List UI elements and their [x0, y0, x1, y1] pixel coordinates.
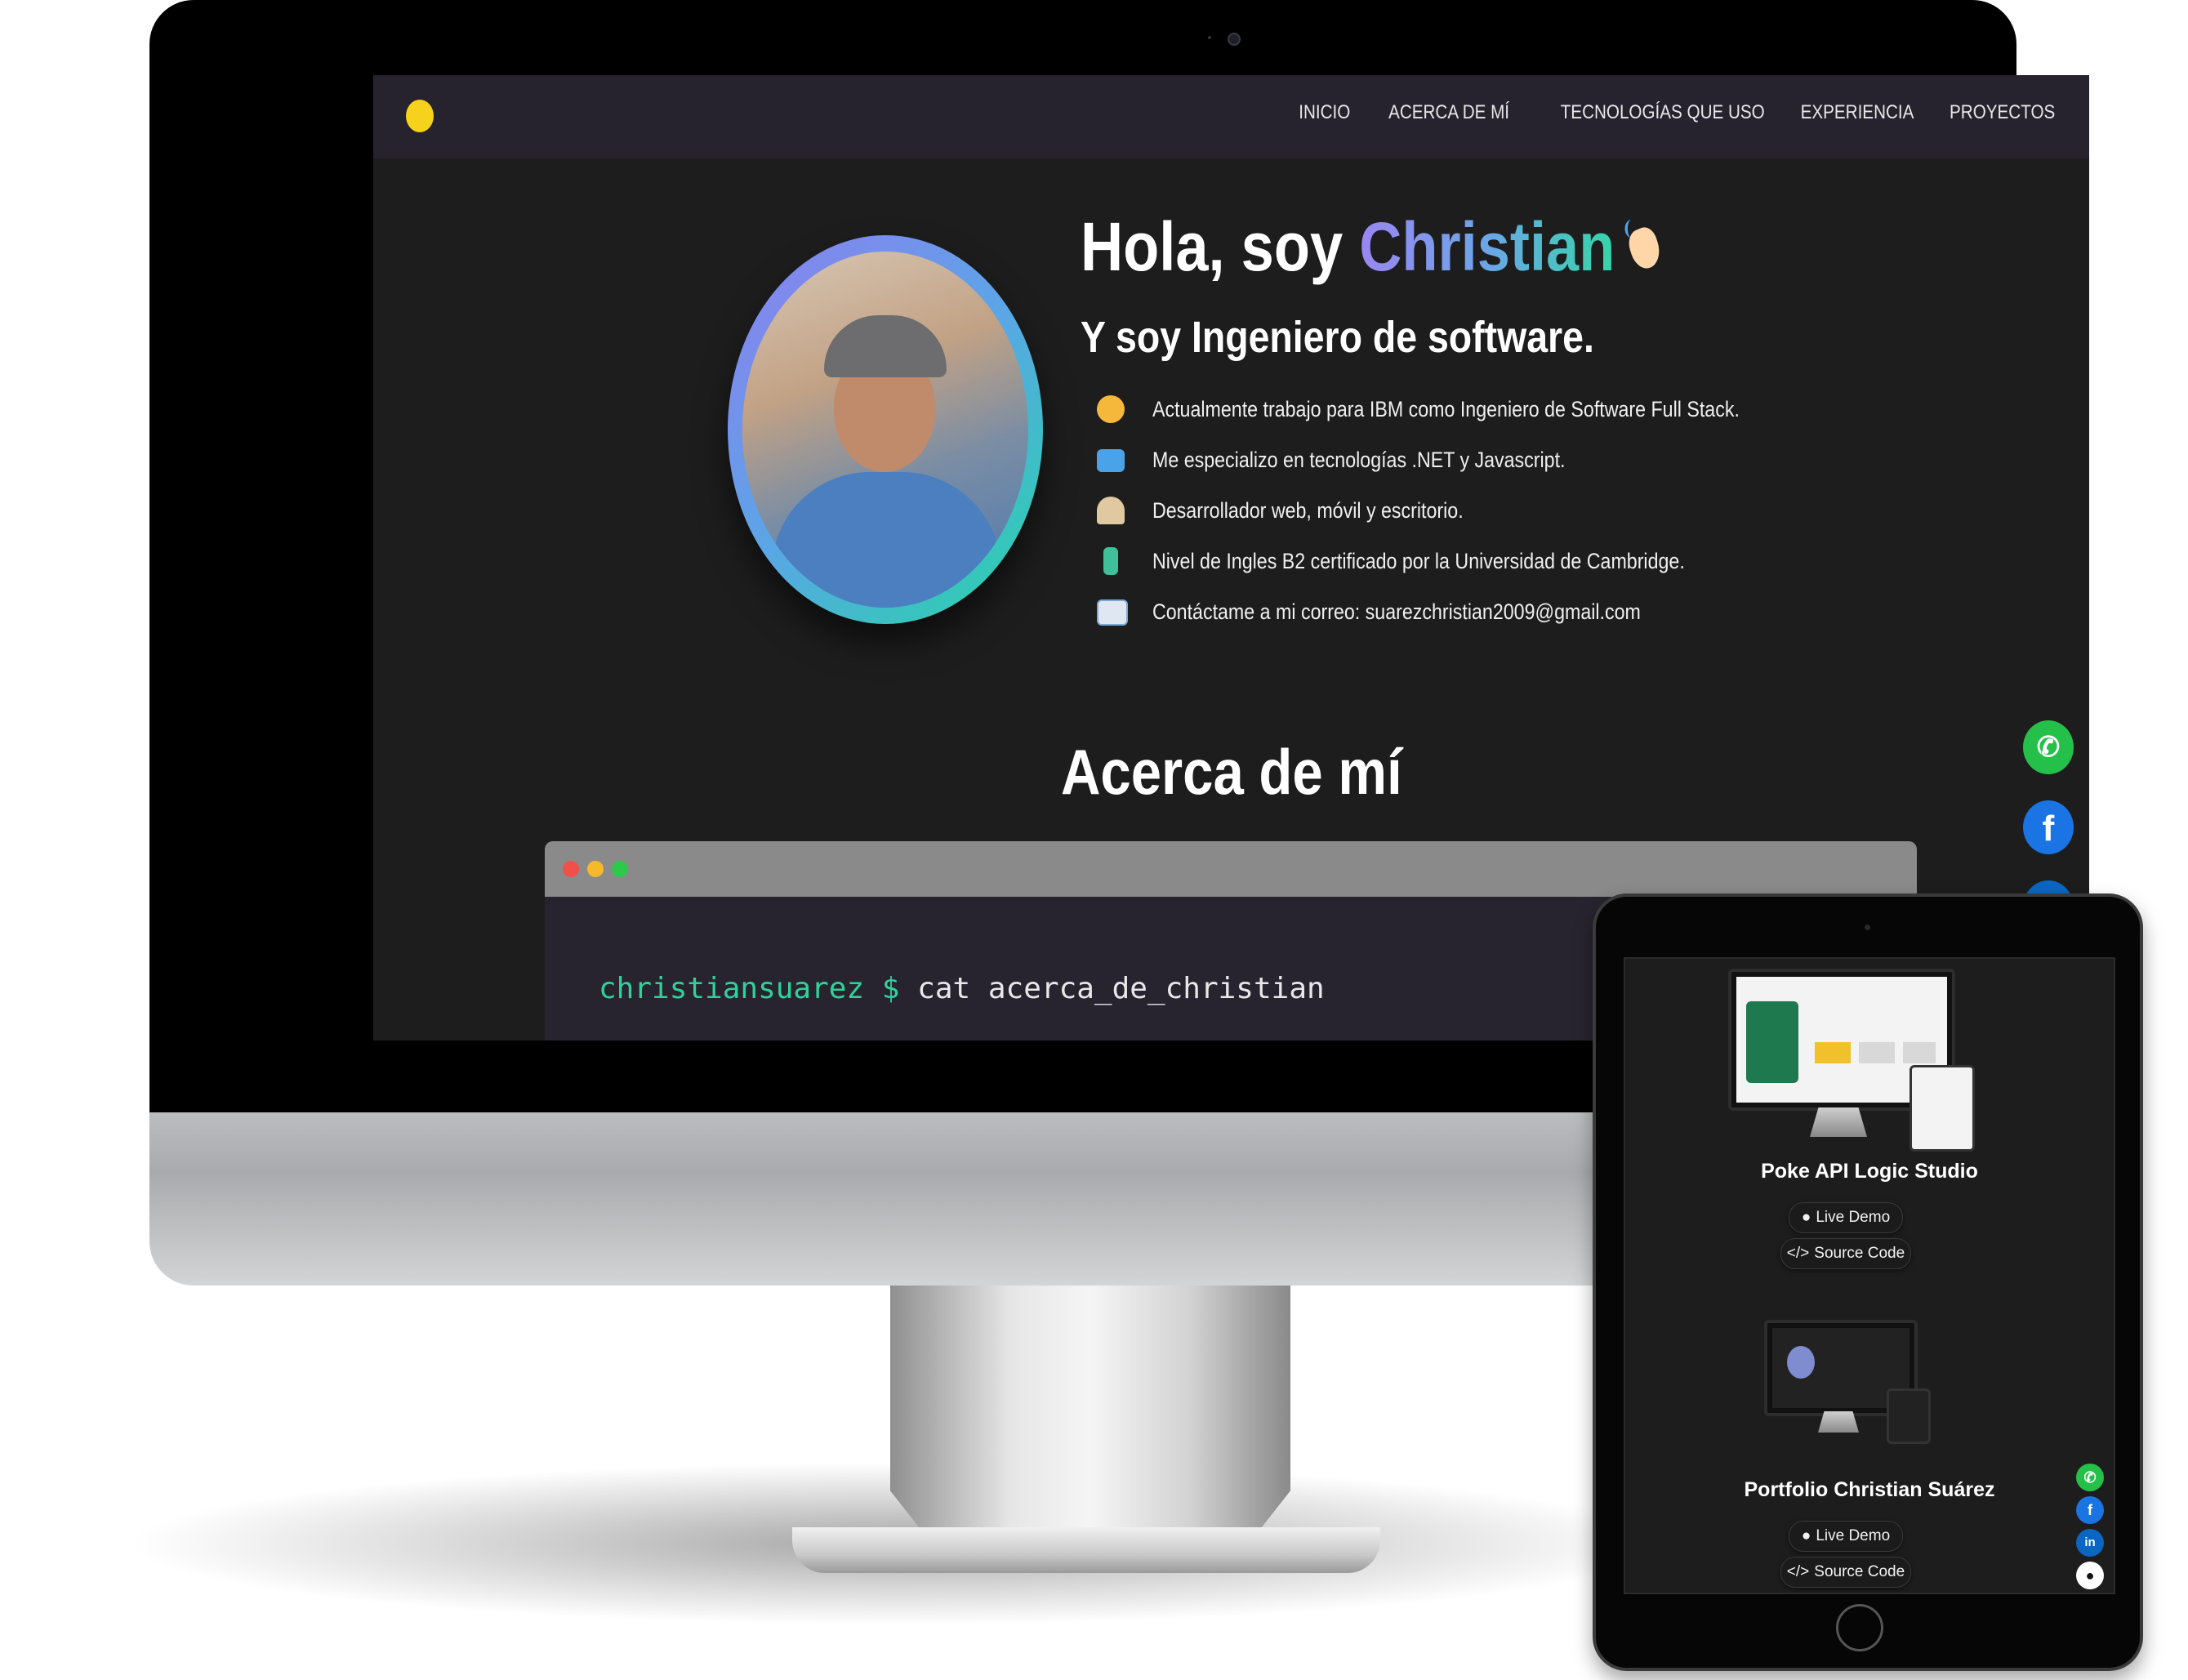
project-thumbnail-portfolio[interactable]	[1764, 1320, 1936, 1451]
button-label: Source Code	[1814, 1563, 1905, 1580]
tablet-camera	[1865, 925, 1870, 930]
logo-icon[interactable]	[406, 100, 434, 132]
thumb-stand	[1810, 1107, 1867, 1137]
thumb-stand	[1818, 1411, 1859, 1433]
imac-sensor	[1208, 36, 1211, 39]
terminal-command: cat acerca_de_christian	[917, 972, 1325, 1005]
waving-hand-icon	[1624, 216, 1664, 274]
bullet-text: Me especializo en tecnologías .NET y Jav…	[1152, 448, 1566, 472]
check-icon: ●	[1801, 1209, 1811, 1226]
code-icon: </>	[1786, 1245, 1810, 1262]
terminal-command-line: christiansuarez $ cat acerca_de_christia…	[599, 972, 1325, 1005]
button-label: Source Code	[1814, 1245, 1905, 1262]
home-button[interactable]	[1836, 1604, 1883, 1651]
terminal-prompt: $	[881, 972, 900, 1005]
bullet-text: Desarrollador web, móvil y escritorio.	[1152, 498, 1464, 523]
project-thumbnail-poke[interactable]	[1728, 969, 1981, 1156]
check-icon: ●	[1801, 1527, 1811, 1544]
nav-link-inicio[interactable]: INICIO	[1299, 101, 1351, 124]
nav-links: INICIO ACERCA DE MÍ TECNOLOGÍAS QUE USO …	[1290, 101, 2055, 124]
imac-stand	[890, 1274, 1290, 1552]
thumb-tile	[1859, 1042, 1895, 1063]
tablet-device: Poke API Logic Studio ● Live Demo </> Sour…	[1593, 893, 2143, 1671]
profile-photo	[742, 252, 1028, 608]
live-demo-button[interactable]: ● Live Demo	[1789, 1202, 1903, 1233]
nav-link-experiencia[interactable]: EXPERIENCIA	[1801, 101, 1914, 124]
thumb-tablet	[1909, 1065, 1975, 1152]
close-dot-icon[interactable]	[563, 861, 579, 877]
photo-jacket	[772, 472, 1000, 608]
section-title-acerca: Acerca de mí	[373, 735, 2089, 809]
thumb-card	[1746, 1001, 1798, 1083]
laptop-icon	[1097, 449, 1125, 472]
section-title-text: Acerca de mí	[1060, 736, 1402, 808]
button-label: Live Demo	[1816, 1209, 1891, 1226]
facebook-icon[interactable]: f	[2076, 1496, 2104, 1524]
photo-cap	[824, 315, 947, 377]
nav-link-tecnologias[interactable]: TECNOLOGÍAS QUE USO	[1560, 101, 1764, 124]
thumb-tablet	[1887, 1388, 1931, 1444]
whatsapp-icon[interactable]: ✆	[2076, 1464, 2104, 1491]
button-label: Live Demo	[1816, 1527, 1891, 1544]
statue-of-liberty-icon	[1103, 547, 1118, 575]
project-title: Portfolio Christian Suárez	[1744, 1478, 1995, 1501]
source-code-button[interactable]: </> Source Code	[1780, 1238, 1911, 1269]
source-code-button[interactable]: </> Source Code	[1780, 1557, 1911, 1588]
hero-title: Hola, soy Christian	[1081, 207, 1664, 287]
github-icon[interactable]: ●	[2076, 1562, 2104, 1589]
code-icon: </>	[1786, 1563, 1810, 1580]
minimize-dot-icon[interactable]	[587, 861, 604, 877]
top-navbar: INICIO ACERCA DE MÍ TECNOLOGÍAS QUE USO …	[373, 75, 2089, 158]
maximize-dot-icon[interactable]	[612, 861, 628, 877]
nerd-face-icon	[1097, 395, 1125, 423]
terminal-user: christiansuarez	[599, 972, 865, 1005]
imac-foot	[792, 1527, 1380, 1573]
technologist-icon	[1097, 497, 1125, 524]
tablet-screen: Poke API Logic Studio ● Live Demo </> Sour…	[1624, 957, 2115, 1594]
whatsapp-icon[interactable]: ✆	[2023, 720, 2074, 774]
imac-camera	[1228, 33, 1241, 46]
email-icon	[1097, 599, 1128, 626]
bullet-text: Contáctame a mi correo: suarezchristian2…	[1152, 599, 1641, 624]
hero-greeting: Hola, soy	[1081, 208, 1360, 285]
avatar	[728, 235, 1043, 624]
hero-name: Christian	[1359, 208, 1615, 285]
hero-subtitle: Y soy Ingeniero de software.	[1081, 313, 1594, 362]
terminal-titlebar	[545, 841, 1917, 897]
nav-link-acerca[interactable]: ACERCA DE MÍ	[1388, 101, 1509, 124]
nav-link-proyectos[interactable]: PROYECTOS	[1950, 101, 2055, 124]
thumb-tile	[1815, 1042, 1851, 1063]
thumb-avatar	[1787, 1346, 1815, 1379]
bullet-text: Nivel de Ingles B2 certificado por la Un…	[1152, 549, 1685, 573]
project-title: Poke API Logic Studio	[1761, 1160, 1978, 1183]
facebook-icon[interactable]: f	[2023, 800, 2074, 854]
thumb-tile	[1903, 1042, 1936, 1063]
linkedin-icon[interactable]: in	[2076, 1529, 2104, 1557]
bullet-text: Actualmente trabajo para IBM como Ingeni…	[1152, 397, 1740, 421]
live-demo-button[interactable]: ● Live Demo	[1789, 1521, 1903, 1552]
